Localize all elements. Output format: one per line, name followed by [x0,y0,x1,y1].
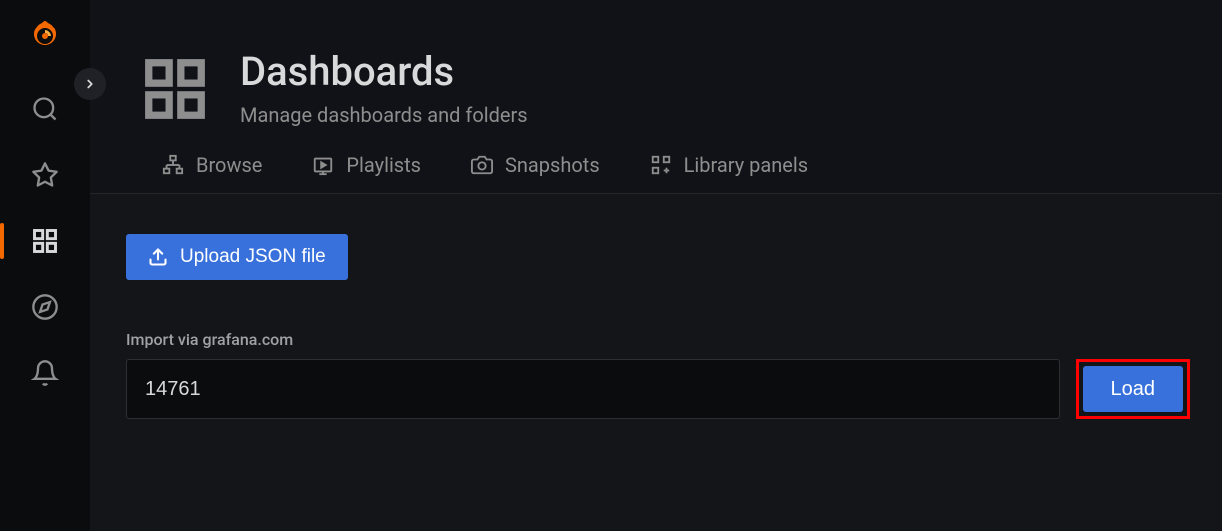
import-id-input[interactable] [126,359,1060,419]
upload-icon [148,247,168,267]
content-area: Upload JSON file Import via grafana.com … [90,194,1222,531]
tab-label: Browse [196,153,262,177]
dashboards-header-icon [140,54,210,124]
page-subtitle: Manage dashboards and folders [240,103,528,127]
upload-json-button[interactable]: Upload JSON file [126,234,348,280]
star-icon[interactable] [30,160,60,190]
sidebar [0,0,90,531]
explore-icon[interactable] [30,292,60,322]
main-content: Dashboards Manage dashboards and folders… [90,0,1222,531]
input-row: Load [126,359,1190,419]
grafana-logo[interactable] [25,18,65,58]
tabs: Browse Playlists Snapshots Library panel… [90,153,1222,194]
tab-library-panels[interactable]: Library panels [650,153,808,177]
tab-label: Snapshots [505,153,600,177]
load-button-highlight: Load [1076,359,1191,419]
load-button[interactable]: Load [1083,366,1184,412]
tab-browse[interactable]: Browse [162,153,262,177]
page-title: Dashboards [240,48,528,95]
alerting-icon[interactable] [30,358,60,388]
tab-playlists[interactable]: Playlists [312,153,421,177]
tab-label: Library panels [684,153,808,177]
page-header: Dashboards Manage dashboards and folders [90,0,1222,153]
import-field-label: Import via grafana.com [126,330,1190,349]
search-icon[interactable] [30,94,60,124]
dashboards-icon[interactable] [30,226,60,256]
upload-label: Upload JSON file [180,246,326,268]
tab-snapshots[interactable]: Snapshots [471,153,600,177]
import-field-group: Import via grafana.com Load [126,330,1190,419]
expand-sidebar-button[interactable] [74,68,106,100]
header-text: Dashboards Manage dashboards and folders [240,48,528,127]
tab-label: Playlists [346,153,421,177]
